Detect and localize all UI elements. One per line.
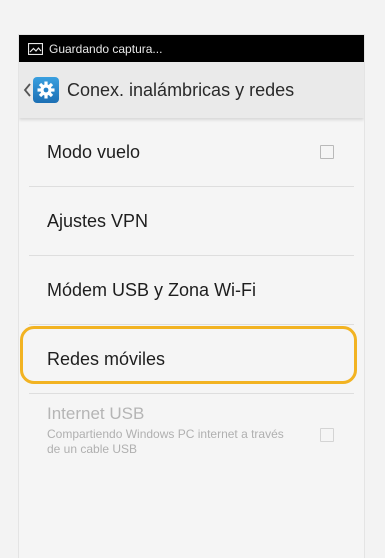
- image-icon: [28, 42, 43, 55]
- setting-summary: Compartiendo Windows PC internet a travé…: [47, 427, 284, 456]
- gear-icon: [33, 77, 59, 103]
- setting-airplane-mode[interactable]: Modo vuelo: [29, 118, 354, 187]
- action-bar: Conex. inalámbricas y redes: [19, 62, 364, 118]
- setting-text: Internet USB Compartiendo Windows PC int…: [29, 394, 287, 457]
- setting-label: Internet USB: [47, 404, 145, 423]
- setting-mobile-networks[interactable]: Redes móviles: [29, 325, 354, 394]
- setting-label: Redes móviles: [47, 348, 166, 369]
- setting-tethering-hotspot[interactable]: Módem USB y Zona Wi-Fi: [29, 256, 354, 325]
- settings-list: Modo vuelo Ajustes VPN Módem USB y Zona …: [19, 118, 364, 470]
- setting-label: Modo vuelo: [47, 141, 141, 162]
- phone-screen: Guardando captura... Conex. inalámbricas…: [18, 34, 365, 558]
- status-notification-text: Guardando captura...: [49, 41, 163, 56]
- usb-internet-checkbox: [320, 428, 334, 442]
- chevron-left-icon: [23, 83, 32, 97]
- device-frame: Guardando captura... Conex. inalámbricas…: [0, 0, 385, 558]
- up-navigation-button[interactable]: [19, 62, 59, 118]
- setting-vpn[interactable]: Ajustes VPN: [29, 187, 354, 256]
- page-title: Conex. inalámbricas y redes: [67, 79, 295, 100]
- setting-label: Ajustes VPN: [47, 210, 149, 231]
- setting-usb-internet: Internet USB Compartiendo Windows PC int…: [29, 394, 354, 470]
- setting-label: Módem USB y Zona Wi-Fi: [47, 279, 257, 300]
- status-bar: Guardando captura...: [19, 35, 364, 62]
- airplane-mode-checkbox[interactable]: [320, 145, 334, 159]
